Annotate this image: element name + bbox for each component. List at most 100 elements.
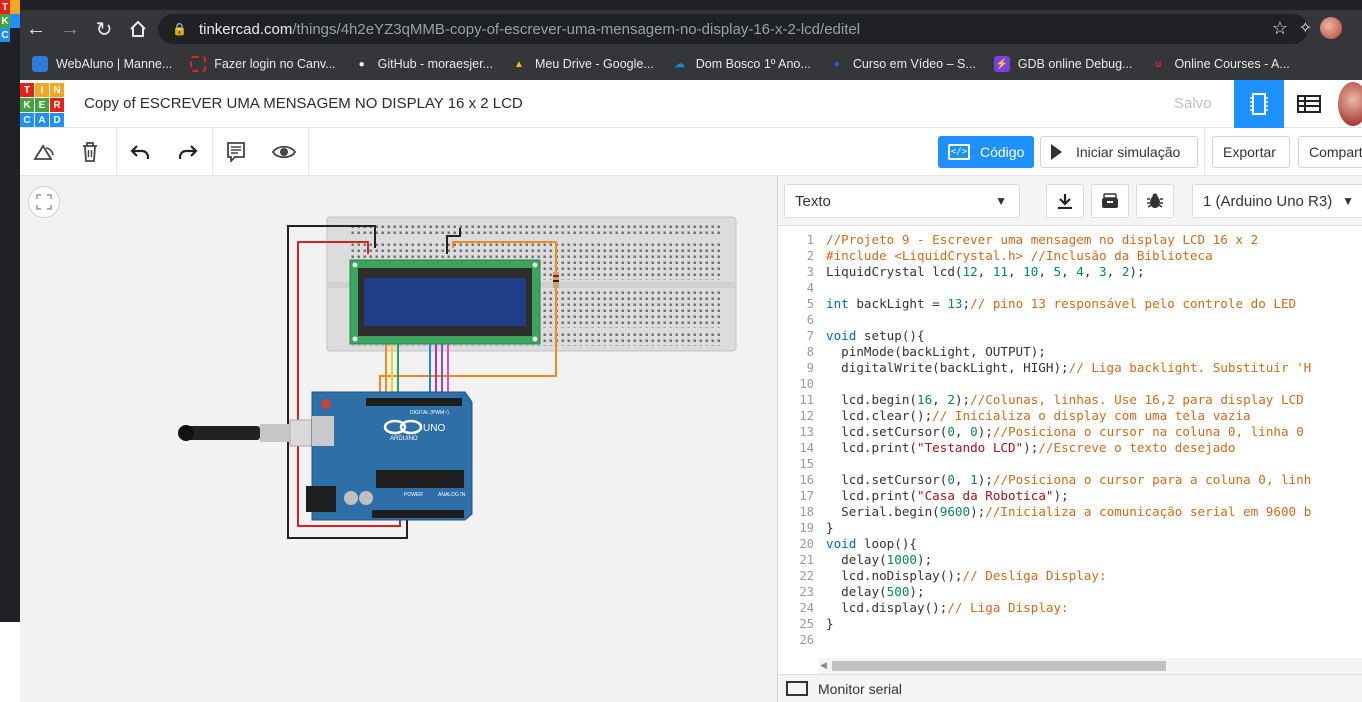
bookmark-item[interactable]: u Online Courses - A... — [1150, 56, 1289, 72]
share-button[interactable]: Compart — [1298, 136, 1362, 168]
debugger-button[interactable] — [1136, 184, 1174, 218]
play-icon — [1051, 144, 1062, 160]
digital-pins-label: DIGITAL (PWM~) — [410, 410, 449, 416]
code-line[interactable]: lcd.begin(16, 2);//Colunas, linhas. Use … — [826, 392, 1362, 408]
line-number: 21 — [799, 553, 814, 567]
rotate-icon[interactable] — [32, 140, 56, 164]
code-line[interactable]: void setup(){ — [826, 328, 1362, 344]
code-line[interactable]: Serial.begin(9600);//Inicializa a comuni… — [826, 504, 1362, 520]
code-line[interactable]: pinMode(backLight, OUTPUT); — [826, 344, 1362, 360]
device-select-value: 1 (Arduino Uno R3) — [1203, 192, 1333, 210]
delete-icon[interactable] — [78, 140, 102, 164]
tinkercad-logo[interactable]: T I N K E R C A D — [20, 83, 64, 127]
profile-avatar[interactable] — [1320, 17, 1342, 39]
notes-icon[interactable] — [224, 140, 248, 164]
line-number: 17 — [799, 489, 814, 503]
code-line[interactable]: void loop(){ — [826, 536, 1362, 552]
code-line[interactable]: LiquidCrystal lcd(12, 11, 10, 5, 4, 3, 2… — [826, 264, 1362, 280]
circuit-canvas[interactable]: ARDUINO UNO DIGITAL (PWM~) POWER ANALOG … — [20, 176, 777, 702]
extensions-icon[interactable]: ✧ — [1299, 18, 1312, 38]
bookmark-item[interactable]: Fazer login no Canv... — [190, 56, 336, 72]
line-number: 10 — [799, 377, 814, 391]
code-line[interactable]: lcd.print("Testando LCD");//Escreve o te… — [826, 440, 1362, 456]
visibility-icon[interactable] — [272, 140, 296, 164]
editor-toolbar: </> Código Iniciar simulação Exportar Co… — [20, 128, 1362, 176]
code-line[interactable] — [826, 312, 1362, 328]
bookmark-item[interactable]: ● GitHub - moraesjer... — [354, 56, 493, 72]
code-line[interactable]: } — [826, 520, 1362, 536]
bookmark-item[interactable]: ☁ Dom Bosco 1º Ano... — [672, 56, 811, 72]
scroll-left-icon[interactable]: ◀ — [820, 660, 827, 671]
board-model: UNO — [423, 423, 445, 434]
code-line[interactable]: delay(500); — [826, 584, 1362, 600]
serial-monitor-bar[interactable]: Monitor serial — [778, 674, 1362, 702]
line-number: 14 — [799, 441, 814, 455]
serial-monitor-icon — [786, 681, 808, 696]
code-line[interactable]: lcd.print("Casa da Robotica"); — [826, 488, 1362, 504]
code-line[interactable] — [826, 456, 1362, 472]
cloud-icon: ☁ — [674, 58, 685, 70]
line-number: 8 — [806, 345, 814, 359]
code-line[interactable]: lcd.display();// Liga Display: — [826, 600, 1362, 616]
resistor[interactable] — [553, 272, 559, 288]
circuit-view-button[interactable] — [1234, 80, 1284, 128]
background-tinkercad-logo: T K C — [0, 0, 20, 44]
libraries-button[interactable] — [1091, 184, 1129, 218]
bookmark-item[interactable]: ▲ Meu Drive - Google... — [511, 56, 654, 72]
code-line[interactable]: lcd.setCursor(0, 0);//Posiciona o cursor… — [826, 424, 1362, 440]
bookmark-label: WebAluno | Manne... — [56, 57, 173, 71]
code-line[interactable] — [826, 376, 1362, 392]
code-line[interactable]: #include <LiquidCrystal.h> //Inclusão da… — [826, 248, 1362, 264]
code-line[interactable] — [826, 632, 1362, 648]
code-line[interactable]: digitalWrite(backLight, HIGH);// Liga ba… — [826, 360, 1362, 376]
webaluno-icon — [32, 56, 48, 72]
reload-icon[interactable]: ↻ — [88, 13, 120, 45]
line-number: 22 — [799, 569, 814, 583]
app-header: T I N K E R C A D Copy of ESCREVER UMA M… — [20, 80, 1362, 128]
bookmark-label: GDB online Debug... — [1017, 57, 1133, 71]
circuit-drawing: ARDUINO UNO DIGITAL (PWM~) POWER ANALOG … — [178, 216, 737, 539]
code-line[interactable]: //Projeto 9 - Escrever uma mensagem no d… — [826, 232, 1362, 248]
lcd-display[interactable] — [349, 259, 541, 345]
project-title[interactable]: Copy of ESCREVER UMA MENSAGEM NO DISPLAY… — [84, 95, 523, 112]
code-mode-select[interactable]: Texto ▼ — [784, 184, 1020, 218]
back-icon[interactable]: ← — [20, 13, 52, 45]
chip-icon — [1250, 93, 1268, 115]
code-line[interactable]: int backLight = 13;// pino 13 responsáve… — [826, 296, 1362, 312]
code-editor[interactable]: 1 2 3 4 5 6 7 8 9 10 11 12 13 14 15 16 17 18 19 20 21 22 23 24 2… — [778, 226, 1362, 658]
code-text[interactable]: //Projeto 9 - Escrever uma mensagem no d… — [826, 232, 1362, 648]
bookmark-label: Fazer login no Canv... — [214, 57, 336, 71]
code-line[interactable]: lcd.setCursor(0, 1);//Posiciona o cursor… — [826, 472, 1362, 488]
start-simulation-button[interactable]: Iniciar simulação — [1040, 136, 1198, 168]
undo-icon[interactable] — [128, 140, 152, 164]
download-code-button[interactable] — [1046, 184, 1084, 218]
component-list-button[interactable] — [1286, 80, 1332, 128]
line-number: 24 — [799, 601, 814, 615]
bookmark-star-icon[interactable]: ☆ — [1272, 18, 1288, 39]
udemy-icon: u — [1155, 58, 1162, 70]
url-bar[interactable]: 🔒 tinkercad.com/things/4h2eYZ3qMMB-copy-… — [158, 14, 1308, 44]
usb-cable[interactable] — [178, 419, 333, 447]
user-avatar[interactable] — [1338, 82, 1362, 126]
line-number: 15 — [799, 457, 814, 471]
bookmark-item[interactable]: ⚡ GDB online Debug... — [993, 56, 1133, 72]
code-line[interactable]: lcd.noDisplay();// Desliga Display: — [826, 568, 1362, 584]
line-number-gutter: 1 2 3 4 5 6 7 8 9 10 11 12 13 14 15 16 17 18 19 20 21 22 23 24 2… — [778, 232, 814, 648]
export-label: Exportar — [1223, 144, 1276, 160]
bookmark-item[interactable]: WebAluno | Manne... — [32, 56, 172, 72]
code-line[interactable]: delay(1000); — [826, 552, 1362, 568]
export-button[interactable]: Exportar — [1212, 136, 1290, 168]
device-select[interactable]: 1 (Arduino Uno R3) ▼ — [1192, 184, 1362, 218]
forward-icon[interactable]: → — [54, 13, 86, 45]
bookmark-item[interactable]: ● Curso em Vídeo – S... — [829, 56, 976, 72]
code-line[interactable] — [826, 280, 1362, 296]
home-icon[interactable] — [122, 13, 154, 45]
code-line[interactable]: lcd.clear();// Inicializa o display com … — [826, 408, 1362, 424]
code-button[interactable]: </> Código — [938, 136, 1034, 168]
start-simulation-label: Iniciar simulação — [1076, 144, 1181, 160]
horizontal-scrollbar[interactable]: ◀ — [818, 658, 1362, 674]
redo-icon[interactable] — [176, 140, 200, 164]
scrollbar-thumb[interactable] — [832, 661, 1166, 671]
code-line[interactable]: } — [826, 616, 1362, 632]
save-status: Salvo — [1174, 95, 1212, 112]
